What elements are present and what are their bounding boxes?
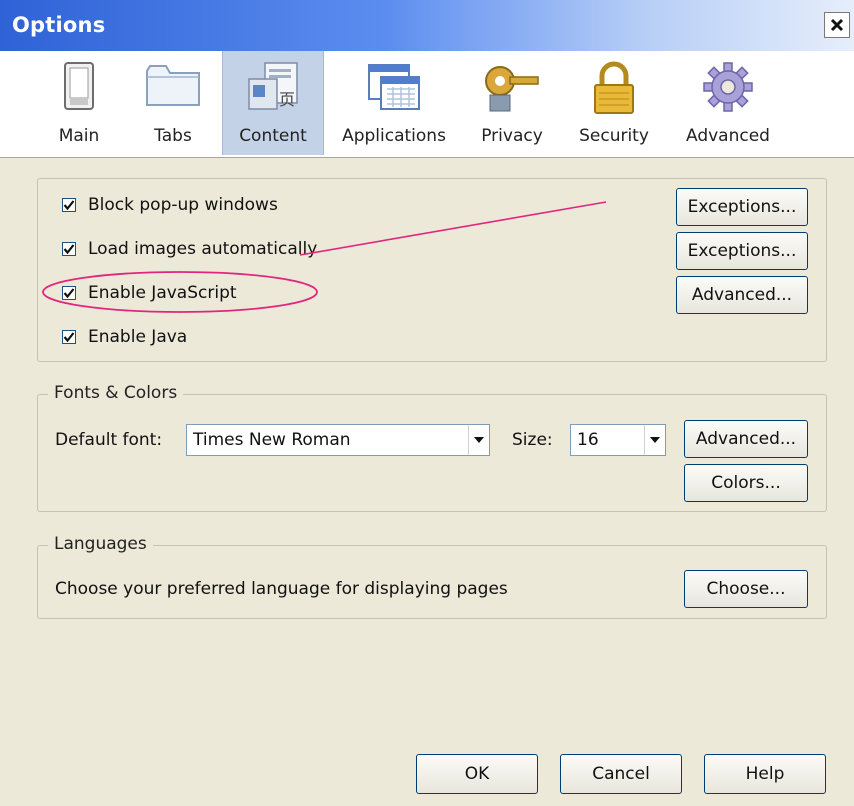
tab-applications[interactable]: Applications [336,51,452,155]
help-button[interactable]: Help [704,754,826,794]
choose-languages-button[interactable]: Choose... [684,570,808,608]
checkmark-icon [63,200,75,211]
content-page-icon: 页 [248,62,298,110]
images-exceptions-button[interactable]: Exceptions... [676,232,808,270]
gear-icon [703,62,753,112]
dropdown-arrow[interactable] [468,425,489,455]
chevron-down-icon [474,437,484,443]
switch-icon [64,62,94,110]
cancel-button[interactable]: Cancel [560,754,682,794]
tab-security-label: Security [579,126,649,146]
tab-tabs-label: Tabs [154,126,192,146]
dropdown-arrow[interactable] [644,425,665,455]
checkbox-enable-java[interactable]: Enable Java [62,326,187,348]
padlock-icon [594,61,634,114]
popup-exceptions-button[interactable]: Exceptions... [676,188,808,226]
close-icon [830,18,844,32]
javascript-advanced-button[interactable]: Advanced... [676,276,808,314]
checkbox-block-popups[interactable]: Block pop-up windows [62,194,278,216]
checkbox-label: Block pop-up windows [88,195,278,215]
chevron-down-icon [650,437,660,443]
key-icon [485,66,539,112]
checkmark-icon [63,244,75,255]
category-toolbar: Main Tabs 页 Content Applications Privacy… [0,51,854,158]
checkbox-label: Enable JavaScript [88,283,237,303]
checkbox-box[interactable] [62,330,76,344]
ok-button[interactable]: OK [416,754,538,794]
tab-privacy[interactable]: Privacy [474,51,550,155]
tab-tabs[interactable]: Tabs [138,51,208,155]
options-dialog: Options Main Tabs 页 Content Applications… [0,0,854,806]
checkbox-enable-javascript[interactable]: Enable JavaScript [62,282,237,304]
folder-icon [146,65,200,106]
tab-main-label: Main [58,126,100,146]
tab-content[interactable]: 页 Content [222,51,324,155]
checkbox-load-images[interactable]: Load images automatically [62,238,317,260]
languages-title: Languages [48,534,153,554]
tab-privacy-label: Privacy [481,126,543,146]
checkmark-icon [63,288,75,299]
colors-button[interactable]: Colors... [684,464,808,502]
checkbox-box[interactable] [62,286,76,300]
default-font-label: Default font: [55,430,163,450]
default-font-select[interactable]: Times New Roman [186,424,490,456]
title-bar[interactable]: Options [0,0,854,51]
close-button[interactable] [824,12,850,38]
checkbox-box[interactable] [62,242,76,256]
tab-security[interactable]: Security [572,51,656,155]
tab-content-label: Content [239,126,307,146]
font-size-value: 16 [577,430,599,450]
checkbox-label: Load images automatically [88,239,318,259]
size-label: Size: [512,430,553,450]
applications-icon [368,64,420,110]
tab-advanced[interactable]: Advanced [678,51,778,155]
checkbox-box[interactable] [62,198,76,212]
font-size-select[interactable]: 16 [570,424,666,456]
default-font-value: Times New Roman [193,430,351,450]
window-title: Options [12,13,106,37]
tab-advanced-label: Advanced [686,126,770,146]
tab-main[interactable]: Main [44,51,114,155]
fonts-colors-title: Fonts & Colors [48,383,184,403]
svg-text:页: 页 [279,90,295,109]
fonts-advanced-button[interactable]: Advanced... [684,420,808,458]
checkmark-icon [63,332,75,343]
checkbox-label: Enable Java [88,327,188,347]
languages-description: Choose your preferred language for displ… [55,579,508,599]
tab-applications-label: Applications [342,126,446,146]
